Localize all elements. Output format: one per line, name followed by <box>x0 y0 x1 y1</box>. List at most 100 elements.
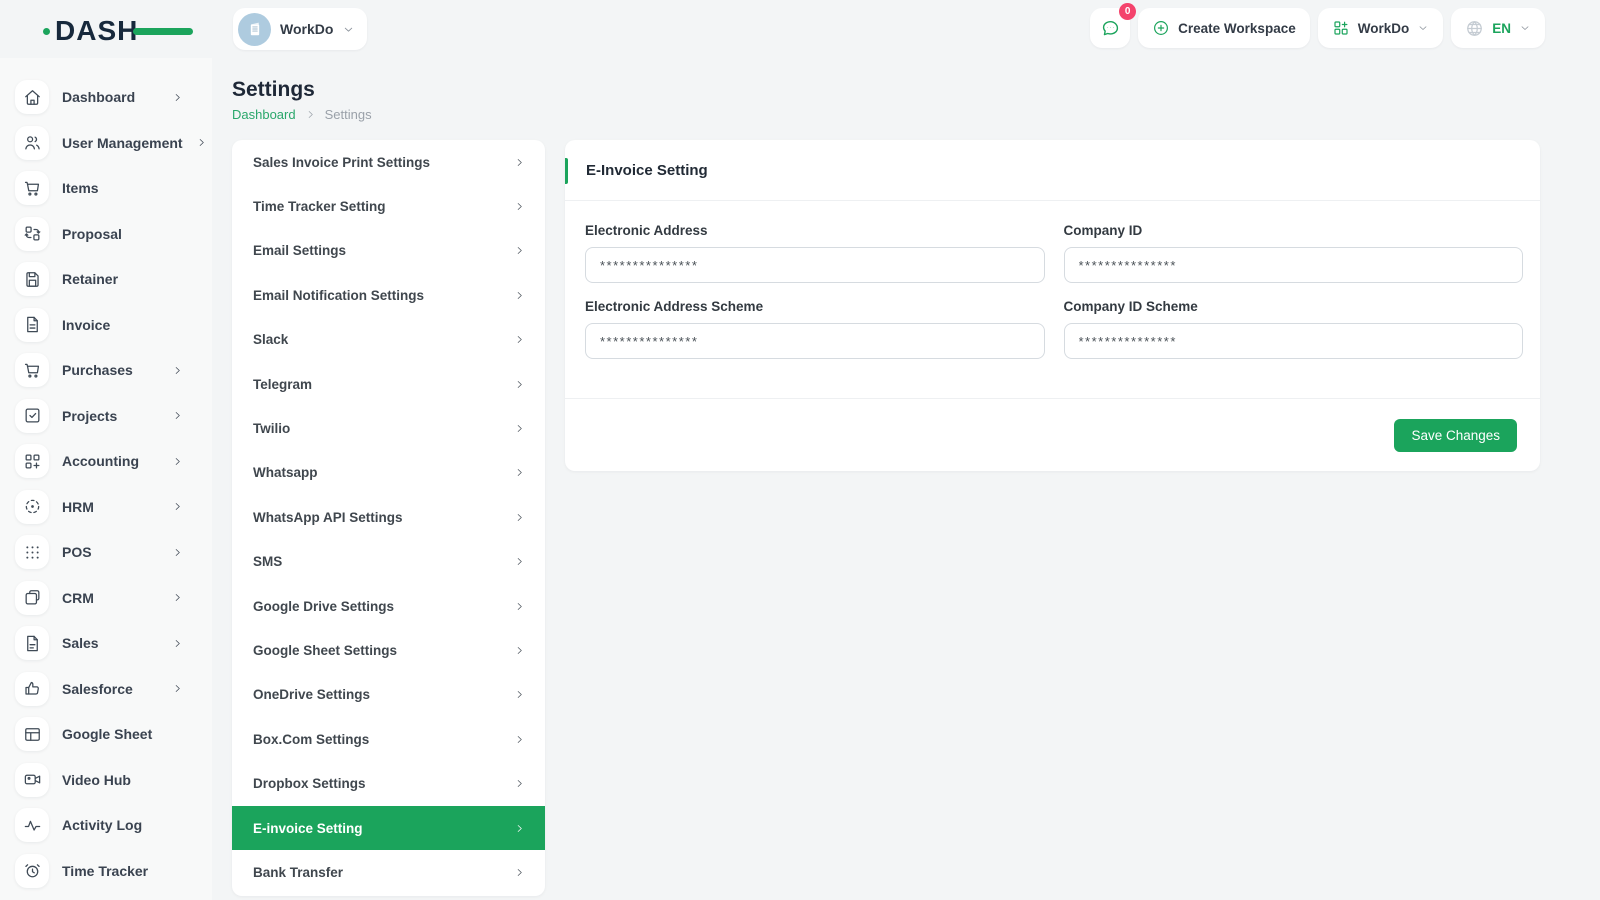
settings-menu-item-label: Bank Transfer <box>253 865 514 880</box>
sidebar-item-user-management[interactable]: User Management <box>15 126 201 160</box>
settings-menu-item-dropbox-settings[interactable]: Dropbox Settings <box>232 761 545 805</box>
sidebar-item-video-hub[interactable]: Video Hub <box>15 763 201 797</box>
electronic-address-input[interactable] <box>585 247 1045 283</box>
settings-menu-item-label: WhatsApp API Settings <box>253 510 514 525</box>
sidebar-item-dashboard[interactable]: Dashboard <box>15 80 201 114</box>
workspace-name: WorkDo <box>280 21 333 37</box>
settings-menu-item-twilio[interactable]: Twilio <box>232 406 545 450</box>
settings-menu-item-label: Whatsapp <box>253 465 514 480</box>
settings-menu-item-e-invoice-setting[interactable]: E-invoice Setting <box>232 806 545 850</box>
sidebar-item-label: Time Tracker <box>62 863 201 879</box>
settings-menu-item-box-com-settings[interactable]: Box.Com Settings <box>232 717 545 761</box>
sidebar-item-invoice[interactable]: Invoice <box>15 308 201 342</box>
logo-text: DASH <box>55 15 138 46</box>
file-icon <box>15 626 49 660</box>
chevron-right-icon <box>514 423 525 434</box>
settings-menu-item-whatsapp-api-settings[interactable]: WhatsApp API Settings <box>232 495 545 539</box>
settings-menu-item-label: Slack <box>253 332 514 347</box>
sidebar-item-label: User Management <box>62 135 183 151</box>
breadcrumb: Dashboard Settings <box>232 107 372 122</box>
sidebar-item-projects[interactable]: Projects <box>15 399 201 433</box>
settings-menu-item-whatsapp[interactable]: Whatsapp <box>232 451 545 495</box>
sidebar-item-label: Purchases <box>62 362 159 378</box>
chevron-right-icon <box>514 157 525 168</box>
save-changes-button[interactable]: Save Changes <box>1394 419 1517 452</box>
field-electronic-address-scheme: Electronic Address Scheme <box>585 290 1045 359</box>
globe-icon <box>1465 19 1484 38</box>
workspace-switcher[interactable]: WorkDo <box>233 8 367 50</box>
home-icon <box>15 80 49 114</box>
sidebar-item-retainer[interactable]: Retainer <box>15 262 201 296</box>
overlap-squares-icon <box>15 581 49 615</box>
circle-plus-icon <box>1152 19 1170 37</box>
chevron-right-icon <box>196 137 207 148</box>
settings-menu-item-email-notification-settings[interactable]: Email Notification Settings <box>232 273 545 317</box>
electronic-address-scheme-input[interactable] <box>585 323 1045 359</box>
sidebar-item-salesforce[interactable]: Salesforce <box>15 672 201 706</box>
breadcrumb-dashboard-link[interactable]: Dashboard <box>232 107 296 122</box>
chevron-right-icon <box>514 778 525 789</box>
sidebar-item-hrm[interactable]: HRM <box>15 490 201 524</box>
settings-menu-item-google-drive-settings[interactable]: Google Drive Settings <box>232 584 545 628</box>
sidebar-item-items[interactable]: Items <box>15 171 201 205</box>
field-label: Electronic Address Scheme <box>585 299 1045 314</box>
settings-menu-item-sales-invoice-print-settings[interactable]: Sales Invoice Print Settings <box>232 140 545 184</box>
settings-menu-item-label: Telegram <box>253 377 514 392</box>
dash-logo[interactable]: DASH <box>55 14 165 48</box>
sidebar-item-google-sheet[interactable]: Google Sheet <box>15 717 201 751</box>
create-workspace-label: Create Workspace <box>1178 21 1296 36</box>
sidebar-item-crm[interactable]: CRM <box>15 581 201 615</box>
settings-menu-item-slack[interactable]: Slack <box>232 318 545 362</box>
chevron-down-icon <box>1417 22 1429 34</box>
field-label: Company ID <box>1064 223 1524 238</box>
settings-menu-item-google-sheet-settings[interactable]: Google Sheet Settings <box>232 628 545 672</box>
workspace-dropdown[interactable]: WorkDo <box>1318 8 1444 48</box>
card-title: E-Invoice Setting <box>586 162 708 179</box>
chevron-down-icon <box>342 23 355 36</box>
settings-menu-item-sms[interactable]: SMS <box>232 540 545 584</box>
card-footer: Save Changes <box>565 398 1540 471</box>
create-workspace-button[interactable]: Create Workspace <box>1138 8 1310 48</box>
workspace-dropdown-label: WorkDo <box>1358 21 1410 36</box>
settings-menu-item-label: Dropbox Settings <box>253 776 514 791</box>
settings-menu-item-label: Time Tracker Setting <box>253 199 514 214</box>
alarm-icon <box>15 854 49 888</box>
breadcrumb-separator-icon <box>305 109 316 120</box>
field-company-id-scheme: Company ID Scheme <box>1064 290 1524 359</box>
save-icon <box>15 262 49 296</box>
field-company-id: Company ID <box>1064 214 1524 283</box>
grid-plus-icon <box>1332 19 1350 37</box>
sidebar-item-proposal[interactable]: Proposal <box>15 217 201 251</box>
users-icon <box>15 126 49 160</box>
sidebar-item-label: Invoice <box>62 317 201 333</box>
einvoice-settings-card: E-Invoice Setting Electronic Address Comp… <box>565 140 1540 471</box>
settings-menu-item-onedrive-settings[interactable]: OneDrive Settings <box>232 673 545 717</box>
settings-menu-item-email-settings[interactable]: Email Settings <box>232 229 545 273</box>
sidebar-item-pos[interactable]: POS <box>15 535 201 569</box>
language-code: EN <box>1492 21 1511 36</box>
settings-menu-item-label: OneDrive Settings <box>253 687 514 702</box>
sidebar-item-time-tracker[interactable]: Time Tracker <box>15 854 201 888</box>
chevron-right-icon <box>514 467 525 478</box>
company-id-input[interactable] <box>1064 247 1524 283</box>
sidebar-item-activity-log[interactable]: Activity Log <box>15 808 201 842</box>
card-header: E-Invoice Setting <box>565 140 1540 201</box>
sidebar-item-purchases[interactable]: Purchases <box>15 353 201 387</box>
chevron-right-icon <box>514 867 525 878</box>
logo-dash-bar <box>133 28 193 35</box>
cart-icon <box>15 353 49 387</box>
sidebar-item-label: Dashboard <box>62 89 159 105</box>
language-selector[interactable]: EN <box>1451 8 1545 48</box>
sidebar: Dashboard User Management Items Proposal Ret… <box>0 58 212 900</box>
sidebar-item-accounting[interactable]: Accounting <box>15 444 201 478</box>
messages-button[interactable]: 0 <box>1090 8 1130 48</box>
company-id-scheme-input[interactable] <box>1064 323 1524 359</box>
sidebar-item-label: POS <box>62 544 159 560</box>
settings-menu-item-telegram[interactable]: Telegram <box>232 362 545 406</box>
sidebar-item-label: Video Hub <box>62 772 201 788</box>
sidebar-item-sales[interactable]: Sales <box>15 626 201 660</box>
settings-menu-item-label: Email Notification Settings <box>253 288 514 303</box>
field-electronic-address: Electronic Address <box>585 214 1045 283</box>
settings-menu-item-time-tracker-setting[interactable]: Time Tracker Setting <box>232 184 545 228</box>
settings-menu-item-bank-transfer[interactable]: Bank Transfer <box>232 850 545 894</box>
